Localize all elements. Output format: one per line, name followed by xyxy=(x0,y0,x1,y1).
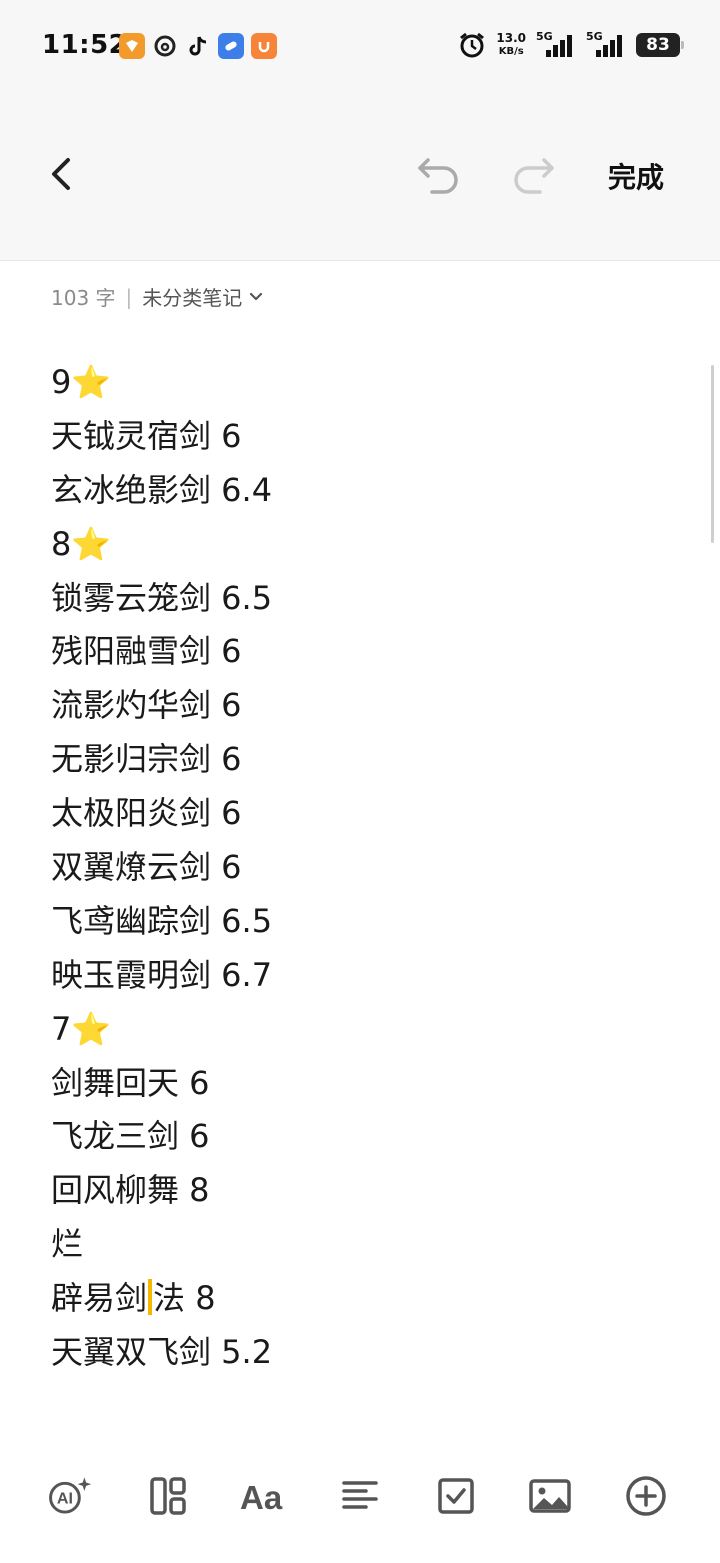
layout-grid-icon xyxy=(150,1477,186,1515)
note-line[interactable]: 飞鸢幽踪剑 6.5 xyxy=(51,895,671,949)
status-time: 11:52 xyxy=(42,30,128,60)
format-toolbar: AI Aa xyxy=(0,1460,720,1532)
note-line[interactable]: 回风柳舞 8 xyxy=(51,1164,671,1218)
svg-text:AI: AI xyxy=(57,1490,73,1508)
ai-button[interactable]: AI xyxy=(48,1474,92,1518)
note-line[interactable]: 残阳融雪剑 6 xyxy=(51,625,671,679)
network-speed: 13.0 KB/s xyxy=(496,31,526,58)
orange-app-icon xyxy=(119,33,145,59)
note-line[interactable]: 8⭐ xyxy=(51,518,671,572)
redo-icon xyxy=(514,158,554,194)
layout-button[interactable] xyxy=(146,1474,190,1518)
alarm-icon xyxy=(460,32,485,58)
status-bar: 11:52 13.0 KB/s 5G 5G 83 xyxy=(0,0,720,92)
editor-nav-bar: 完成 xyxy=(0,140,720,210)
note-line[interactable]: 7⭐ xyxy=(51,1003,671,1057)
blue-app-icon xyxy=(218,33,244,59)
note-editor[interactable]: 9⭐ 天钺灵宿剑 6 玄冰绝影剑 6.4 8⭐ 锁雾云笼剑 6.5 残阳融雪剑 … xyxy=(51,356,671,1380)
note-line[interactable]: 映玉霞明剑 6.7 xyxy=(51,949,671,1003)
note-line[interactable]: 天翼双飞剑 5.2 xyxy=(51,1326,671,1380)
note-meta: 103 字 | 未分类笔记 xyxy=(51,282,264,311)
word-count: 103 字 xyxy=(51,286,116,310)
image-icon xyxy=(529,1479,571,1513)
note-line[interactable]: 剑舞回天 6 xyxy=(51,1057,671,1111)
note-line[interactable]: 流影灼华剑 6 xyxy=(51,679,671,733)
status-right: 13.0 KB/s 5G 5G 83 xyxy=(458,30,684,60)
signal-sim2-icon: 5G xyxy=(586,30,626,60)
note-line[interactable]: 太极阳炎剑 6 xyxy=(51,787,671,841)
paragraph-button[interactable] xyxy=(338,1474,382,1518)
text-format-button[interactable]: Aa xyxy=(240,1474,284,1518)
align-left-icon xyxy=(342,1481,378,1509)
note-line[interactable]: 锁雾云笼剑 6.5 xyxy=(51,572,671,626)
checkbox-icon xyxy=(438,1478,474,1514)
plus-circle-icon xyxy=(626,1476,666,1516)
note-line-with-cursor[interactable]: 辟易剑法 8 xyxy=(51,1272,671,1326)
font-aa-icon: Aa xyxy=(240,1479,283,1516)
note-line[interactable]: 天钺灵宿剑 6 xyxy=(51,410,671,464)
insert-more-button[interactable] xyxy=(624,1474,668,1518)
battery-icon: 83 xyxy=(636,33,684,57)
note-line[interactable]: 烂 xyxy=(51,1218,671,1272)
text-before-cursor: 辟易剑 xyxy=(51,1279,148,1318)
note-line[interactable]: 9⭐ xyxy=(51,356,671,410)
back-button[interactable] xyxy=(42,154,82,194)
signal-sim1-icon: 5G xyxy=(536,30,576,60)
note-line[interactable]: 无影归宗剑 6 xyxy=(51,733,671,787)
meta-separator: | xyxy=(125,284,133,309)
note-line[interactable]: 双翼燎云剑 6 xyxy=(51,841,671,895)
orange-chat-icon xyxy=(251,33,277,59)
category-selector[interactable]: 未分类笔记 xyxy=(142,282,264,311)
category-label: 未分类笔记 xyxy=(142,286,243,310)
text-after-cursor: 法 8 xyxy=(153,1279,216,1318)
redo-button[interactable] xyxy=(510,152,558,196)
tiktok-icon xyxy=(185,33,211,59)
note-line[interactable]: 玄冰绝影剑 6.4 xyxy=(51,464,671,518)
scrollbar[interactable] xyxy=(711,365,714,543)
undo-button[interactable] xyxy=(414,152,462,196)
ai-sparkle-icon: AI xyxy=(49,1477,92,1514)
chevron-down-icon xyxy=(250,292,263,300)
note-line[interactable]: 飞龙三剑 6 xyxy=(51,1110,671,1164)
netease-music-icon xyxy=(152,33,178,59)
chevron-left-icon xyxy=(52,158,70,190)
svg-text:Aa: Aa xyxy=(240,1479,283,1516)
checklist-button[interactable] xyxy=(434,1474,478,1518)
insert-image-button[interactable] xyxy=(528,1474,572,1518)
done-button[interactable]: 完成 xyxy=(608,156,664,196)
text-cursor xyxy=(148,1279,153,1316)
undo-icon xyxy=(418,158,458,194)
notification-icons xyxy=(119,33,277,59)
